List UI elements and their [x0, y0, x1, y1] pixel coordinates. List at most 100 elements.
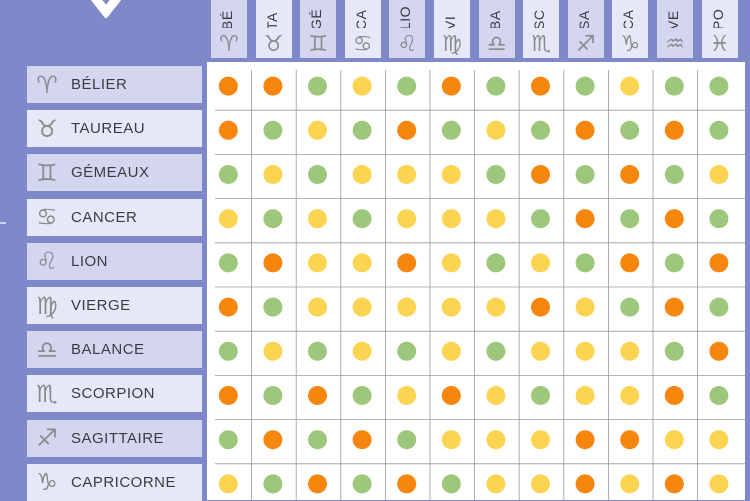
column-label-clip: BA — [479, 0, 515, 28]
compatibility-dot-scorpion-capricorne-yellow — [620, 386, 640, 405]
heart-logo-icon — [90, 0, 122, 18]
compatibility-dot-lion-sagittaire-green — [575, 253, 595, 273]
compatibility-dot-cancer-capricorne-green — [620, 209, 640, 229]
compatibility-dot-belier-capricorne-yellow — [620, 76, 640, 96]
compatibility-dot-capricorne-vierge-green — [441, 474, 461, 494]
compatibility-dot-cancer-balance-yellow — [486, 209, 506, 229]
row-header-capricorne: ♑︎ CAPRICORNE — [27, 463, 202, 501]
compatibility-dot-capricorne-verseau-orange — [664, 474, 684, 494]
row-label: GÉMEAUX — [71, 164, 150, 182]
row-header-balance: ♎︎ BALANCE — [27, 331, 202, 369]
compatibility-dot-vierge-taureau-green — [263, 297, 283, 317]
compatibility-dot-lion-verseau-green — [664, 253, 684, 273]
compatibility-dot-lion-taureau-orange — [263, 253, 283, 273]
compatibility-dot-gemeaux-sagittaire-green — [575, 165, 595, 184]
compatibility-dot-balance-verseau-green — [664, 341, 684, 361]
compatibility-dot-lion-scorpion-yellow — [531, 253, 550, 273]
compatibility-dot-belier-lion-green — [397, 76, 417, 96]
compatibility-dot-lion-capricorne-orange — [620, 253, 640, 273]
compatibility-dot-scorpion-scorpion-green — [531, 386, 550, 405]
compatibility-dot-sagittaire-verseau-yellow — [664, 430, 684, 450]
row-label: VIERGE — [71, 297, 131, 314]
compatibility-dot-scorpion-sagittaire-yellow — [575, 386, 595, 405]
column-header-balance: BA ♎︎ — [478, 0, 515, 58]
column-header-capricorne: CA ♑︎ — [612, 0, 649, 58]
row-header-taureau: ♉︎ TAUREAU — [27, 110, 202, 148]
belier-zodiac-icon: ♈︎ — [36, 70, 58, 99]
row-label: BÉLIER — [71, 76, 128, 93]
compatibility-dot-capricorne-scorpion-yellow — [531, 474, 550, 494]
column-label: PO — [709, 8, 726, 28]
compatibility-dot-gemeaux-vierge-yellow — [441, 165, 461, 184]
column-header-verseau: VE ♒︎ — [657, 0, 693, 58]
compatibility-dot-capricorne-cancer-green — [352, 474, 372, 494]
column-header-cancer: CA ♋︎ — [344, 0, 381, 58]
compatibility-dot-capricorne-belier-yellow — [218, 474, 238, 494]
column-label: BÉ — [219, 10, 235, 28]
column-header-gemeaux: GÉ ♊︎ — [300, 0, 337, 58]
compatibility-dot-vierge-balance-yellow — [486, 297, 506, 317]
scorpion-zodiac-icon: ♏︎ — [531, 31, 552, 57]
column-header-scorpion: SC ♏︎ — [523, 0, 560, 58]
vierge-zodiac-icon: ♍︎ — [442, 31, 462, 57]
lion-zodiac-icon: ♌︎ — [397, 31, 418, 57]
compatibility-dot-sagittaire-capricorne-orange — [620, 430, 640, 450]
column-header-tabs: BÉ ♈︎ TA ♉︎ GÉ ♊︎ CA ♋︎ LIO ♌︎ VI ♍︎ BA ♎︎ SC ♏︎ SA ♐︎ CA ♑… — [207, 0, 745, 58]
compatibility-dot-scorpion-taureau-green — [263, 386, 283, 405]
capricorne-zodiac-icon: ♑︎ — [620, 31, 641, 57]
compatibility-dot-balance-capricorne-yellow — [620, 341, 640, 361]
compatibility-dot-gemeaux-verseau-green — [664, 165, 684, 184]
cancer-zodiac-icon: ♋︎ — [36, 203, 58, 232]
compatibility-dot-taureau-belier-orange — [218, 120, 238, 140]
compatibility-dot-taureau-vierge-green — [441, 120, 461, 140]
column-label-clip: SA — [568, 0, 604, 28]
cancer-zodiac-icon: ♋︎ — [352, 31, 373, 57]
column-label-clip: GÉ — [300, 0, 336, 28]
compatibility-dot-capricorne-lion-orange — [397, 474, 417, 494]
column-label-clip: VI — [434, 0, 470, 28]
compatibility-dot-sagittaire-taureau-orange — [263, 430, 283, 450]
row-label: SCORPION — [71, 385, 156, 403]
compatibility-dot-capricorne-sagittaire-orange — [575, 474, 595, 494]
row-header-belier: ♈︎ BÉLIER — [27, 66, 202, 103]
belier-zodiac-icon: ♈︎ — [219, 31, 239, 57]
row-label: CAPRICORNE — [71, 473, 177, 491]
compatibility-dot-lion-belier-green — [218, 253, 238, 273]
compatibility-dot-vierge-vierge-yellow — [441, 297, 461, 317]
gemeaux-zodiac-icon: ♊︎ — [36, 158, 58, 187]
compatibility-dot-taureau-scorpion-green — [531, 120, 550, 140]
compatibility-dot-balance-scorpion-yellow — [531, 341, 550, 361]
compatibility-dot-vierge-verseau-orange — [664, 297, 684, 317]
compatibility-dot-taureau-capricorne-green — [620, 120, 640, 140]
sagittaire-zodiac-icon: ♐︎ — [36, 424, 58, 453]
column-label-clip: TA — [256, 0, 292, 28]
compatibility-dot-vierge-scorpion-orange — [531, 297, 550, 317]
compatibility-dot-cancer-verseau-orange — [664, 209, 684, 229]
compatibility-dot-vierge-sagittaire-yellow — [575, 297, 595, 317]
compatibility-dot-sagittaire-lion-green — [397, 430, 417, 450]
column-header-vierge: VI ♍︎ — [434, 0, 470, 58]
compatibility-dot-capricorne-capricorne-yellow — [620, 474, 640, 494]
row-header-vierge: ♍︎ VIERGE — [27, 287, 202, 324]
compatibility-dot-lion-cancer-yellow — [352, 253, 372, 273]
row-header-gemeaux: ♊︎ GÉMEAUX — [27, 154, 202, 192]
compatibility-dot-balance-lion-green — [397, 341, 417, 361]
poissons-zodiac-icon: ♓︎ — [709, 31, 730, 57]
compatibility-dot-belier-gemeaux-green — [308, 76, 327, 96]
column-header-poissons: PO ♓︎ — [701, 0, 738, 58]
compatibility-dot-taureau-poissons-green — [709, 120, 729, 140]
compatibility-dot-capricorne-poissons-yellow — [709, 474, 729, 494]
compatibility-dot-vierge-belier-orange — [218, 297, 238, 317]
compatibility-dot-scorpion-balance-yellow — [486, 386, 506, 405]
compatibility-dot-balance-gemeaux-green — [308, 341, 327, 361]
compatibility-dot-taureau-cancer-green — [352, 120, 372, 140]
column-label: CA — [620, 9, 637, 28]
grid-svg — [215, 70, 745, 500]
column-label: TA — [263, 12, 280, 28]
compatibility-dot-belier-poissons-green — [709, 76, 729, 96]
row-header-scorpion: ♏︎ SCORPION — [27, 375, 202, 413]
compatibility-dot-taureau-balance-yellow — [486, 120, 506, 140]
column-label-clip: CA — [612, 0, 648, 28]
compatibility-dot-scorpion-vierge-orange — [441, 386, 461, 405]
column-header-taureau: TA ♉︎ — [255, 0, 292, 58]
